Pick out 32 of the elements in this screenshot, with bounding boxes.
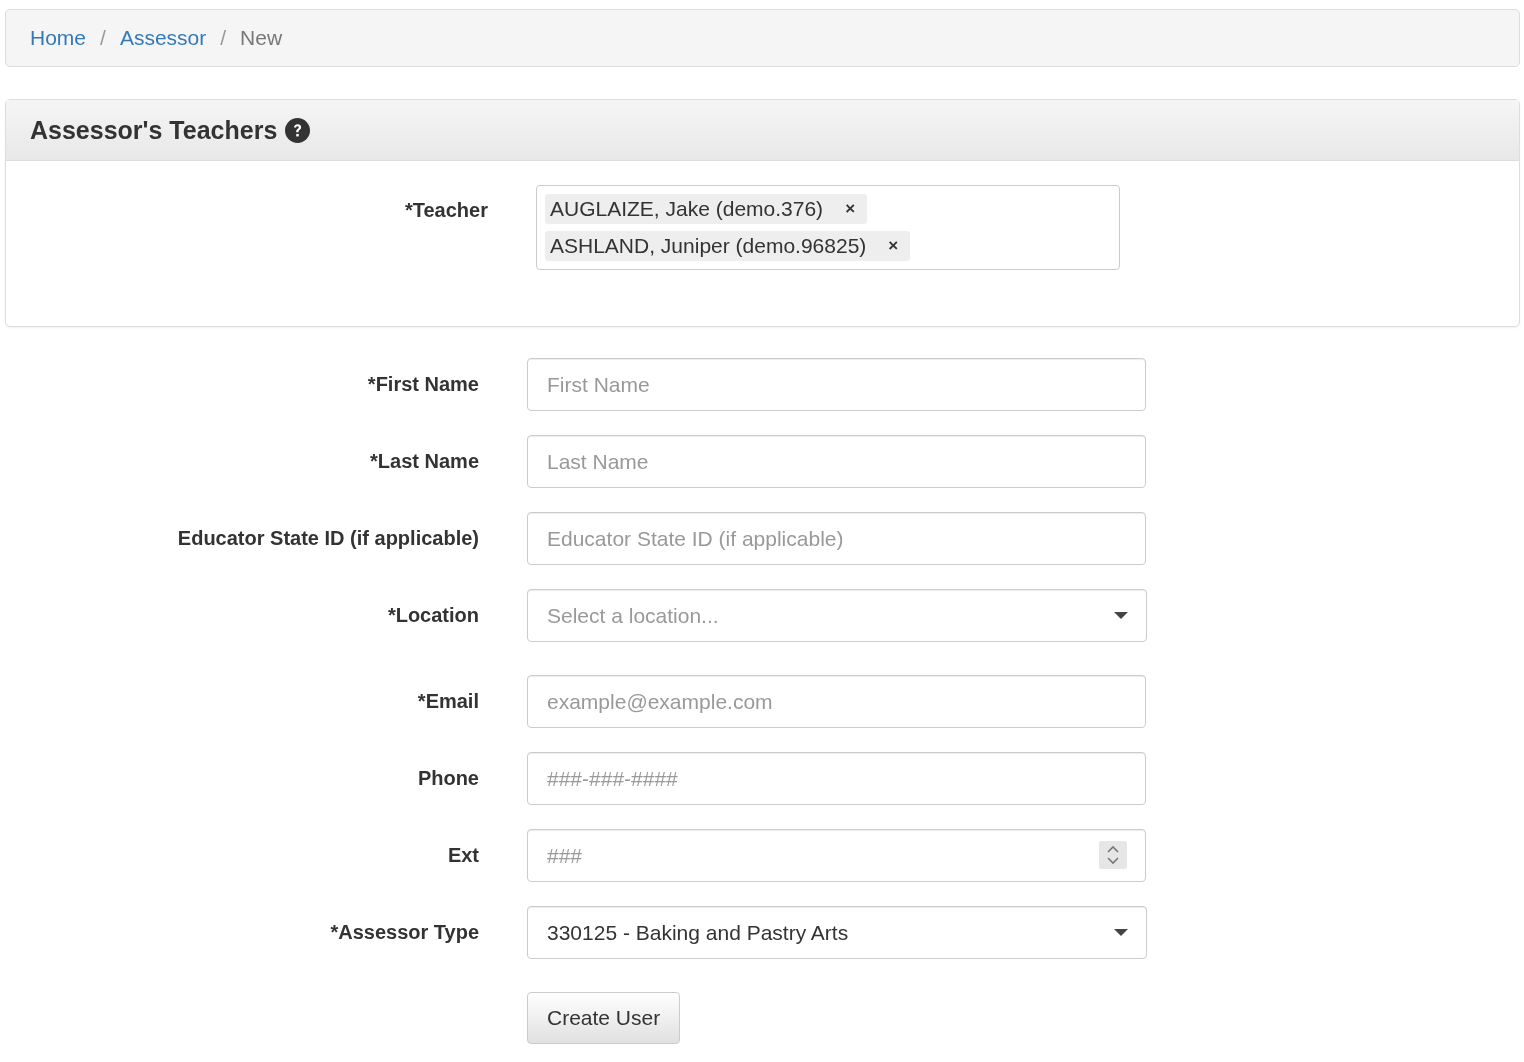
field-label: *First Name bbox=[366, 373, 479, 396]
input-field[interactable]: ###-###-#### bbox=[527, 752, 1146, 805]
field-label: *Email bbox=[416, 690, 479, 713]
field-label: *Location bbox=[386, 604, 479, 627]
field-label: *Assessor Type bbox=[329, 921, 479, 944]
remove-icon[interactable]: × bbox=[888, 236, 899, 256]
teacher-multiselect[interactable]: AUGLAIZE, Jake (demo.376) × ASHLAND, Juniper (demo.96825) × bbox=[536, 185, 1120, 270]
field-label: Ext bbox=[446, 844, 479, 867]
tag-text: AUGLAIZE, Jake (demo.376) bbox=[550, 197, 824, 221]
panel-title: Assessor's Teachers bbox=[30, 115, 278, 145]
breadcrumb-current: New bbox=[240, 26, 283, 50]
help-icon[interactable] bbox=[285, 117, 311, 143]
field-label: *Last Name bbox=[369, 450, 479, 473]
create-user-button[interactable]: Create User bbox=[527, 992, 681, 1044]
input-field[interactable]: ### bbox=[527, 829, 1146, 882]
field-label: Phone bbox=[416, 767, 479, 790]
input-field[interactable]: Educator State ID (if applicable) bbox=[527, 512, 1146, 565]
tag-text: ASHLAND, Juniper (demo.96825) bbox=[550, 234, 867, 258]
teacher-label: *Teacher bbox=[404, 198, 488, 223]
spinner-icon[interactable] bbox=[1099, 841, 1127, 869]
remove-icon[interactable]: × bbox=[845, 199, 856, 219]
input-field[interactable]: First Name bbox=[527, 358, 1146, 411]
input-field[interactable]: Last Name bbox=[527, 435, 1146, 488]
breadcrumb-link[interactable]: Home bbox=[30, 26, 87, 50]
breadcrumb-separator: / bbox=[99, 26, 107, 50]
caret-icon bbox=[1114, 612, 1128, 619]
field-label: Educator State ID (if applicable) bbox=[176, 527, 479, 550]
breadcrumb-link[interactable]: Assessor bbox=[119, 26, 207, 50]
breadcrumb-separator: / bbox=[219, 26, 228, 50]
select-field[interactable]: 330125 - Baking and Pastry Arts bbox=[527, 906, 1147, 959]
caret-icon bbox=[1114, 929, 1128, 936]
input-field[interactable]: example@example.com bbox=[527, 675, 1146, 728]
